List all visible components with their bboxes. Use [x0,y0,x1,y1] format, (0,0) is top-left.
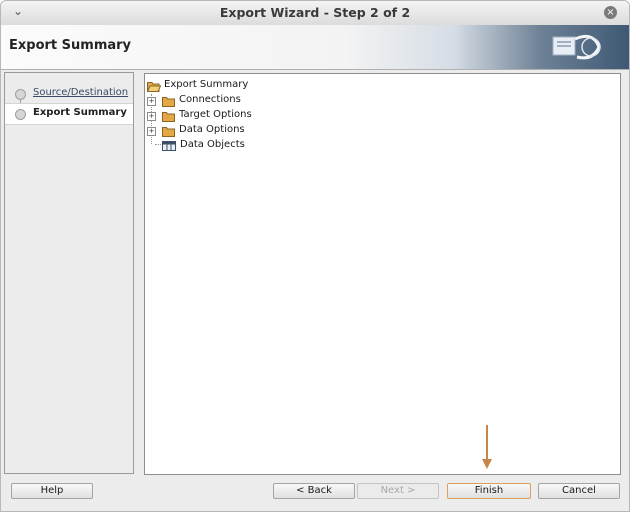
folder-icon [162,97,175,107]
help-button[interactable]: Help [11,483,93,499]
down-arrow-icon [482,425,492,469]
finish-button[interactable]: Finish [447,483,531,499]
step-label[interactable]: Source/Destination [33,87,128,98]
title-bar: ⌄ Export Wizard - Step 2 of 2 × [1,1,629,26]
expand-toggle-icon[interactable]: + [147,127,156,136]
wizard-logo-icon [552,34,601,60]
step-export-summary[interactable]: Export Summary [5,103,133,125]
table-icon [162,141,176,151]
export-wizard-window: ⌄ Export Wizard - Step 2 of 2 × Export S… [0,0,630,512]
tree-root-label: Export Summary [164,79,249,90]
folder-icon [162,127,175,137]
page-title: Export Summary [9,38,132,53]
next-button[interactable]: Next > [357,483,439,499]
expand-toggle-icon[interactable]: + [147,112,156,121]
cancel-button[interactable]: Cancel [538,483,620,499]
expand-toggle-icon[interactable]: + [147,97,156,106]
step-label: Export Summary [33,107,127,118]
window-title: Export Wizard - Step 2 of 2 [219,5,411,20]
step-source-destination[interactable]: Source/Destination [5,82,133,102]
open-folder-icon [147,82,161,92]
tree-node-label: Connections [179,94,241,105]
tree-node-label: Data Objects [180,139,245,150]
tree-node-label: Data Options [179,124,245,135]
close-window-icon[interactable]: × [604,6,617,19]
back-button[interactable]: < Back [273,483,355,499]
step-indicator-icon [15,109,26,120]
tree-node-label: Target Options [179,109,252,120]
wizard-button-bar: Help < Back Next > Finish Cancel [1,483,629,505]
wizard-header: Export Summary [1,25,629,70]
step-indicator-icon [15,89,26,100]
wizard-steps-panel: Source/Destination Export Summary [4,72,134,474]
folder-icon [162,112,175,122]
export-summary-tree: Export Summary + Connections + Target Op… [144,73,621,475]
